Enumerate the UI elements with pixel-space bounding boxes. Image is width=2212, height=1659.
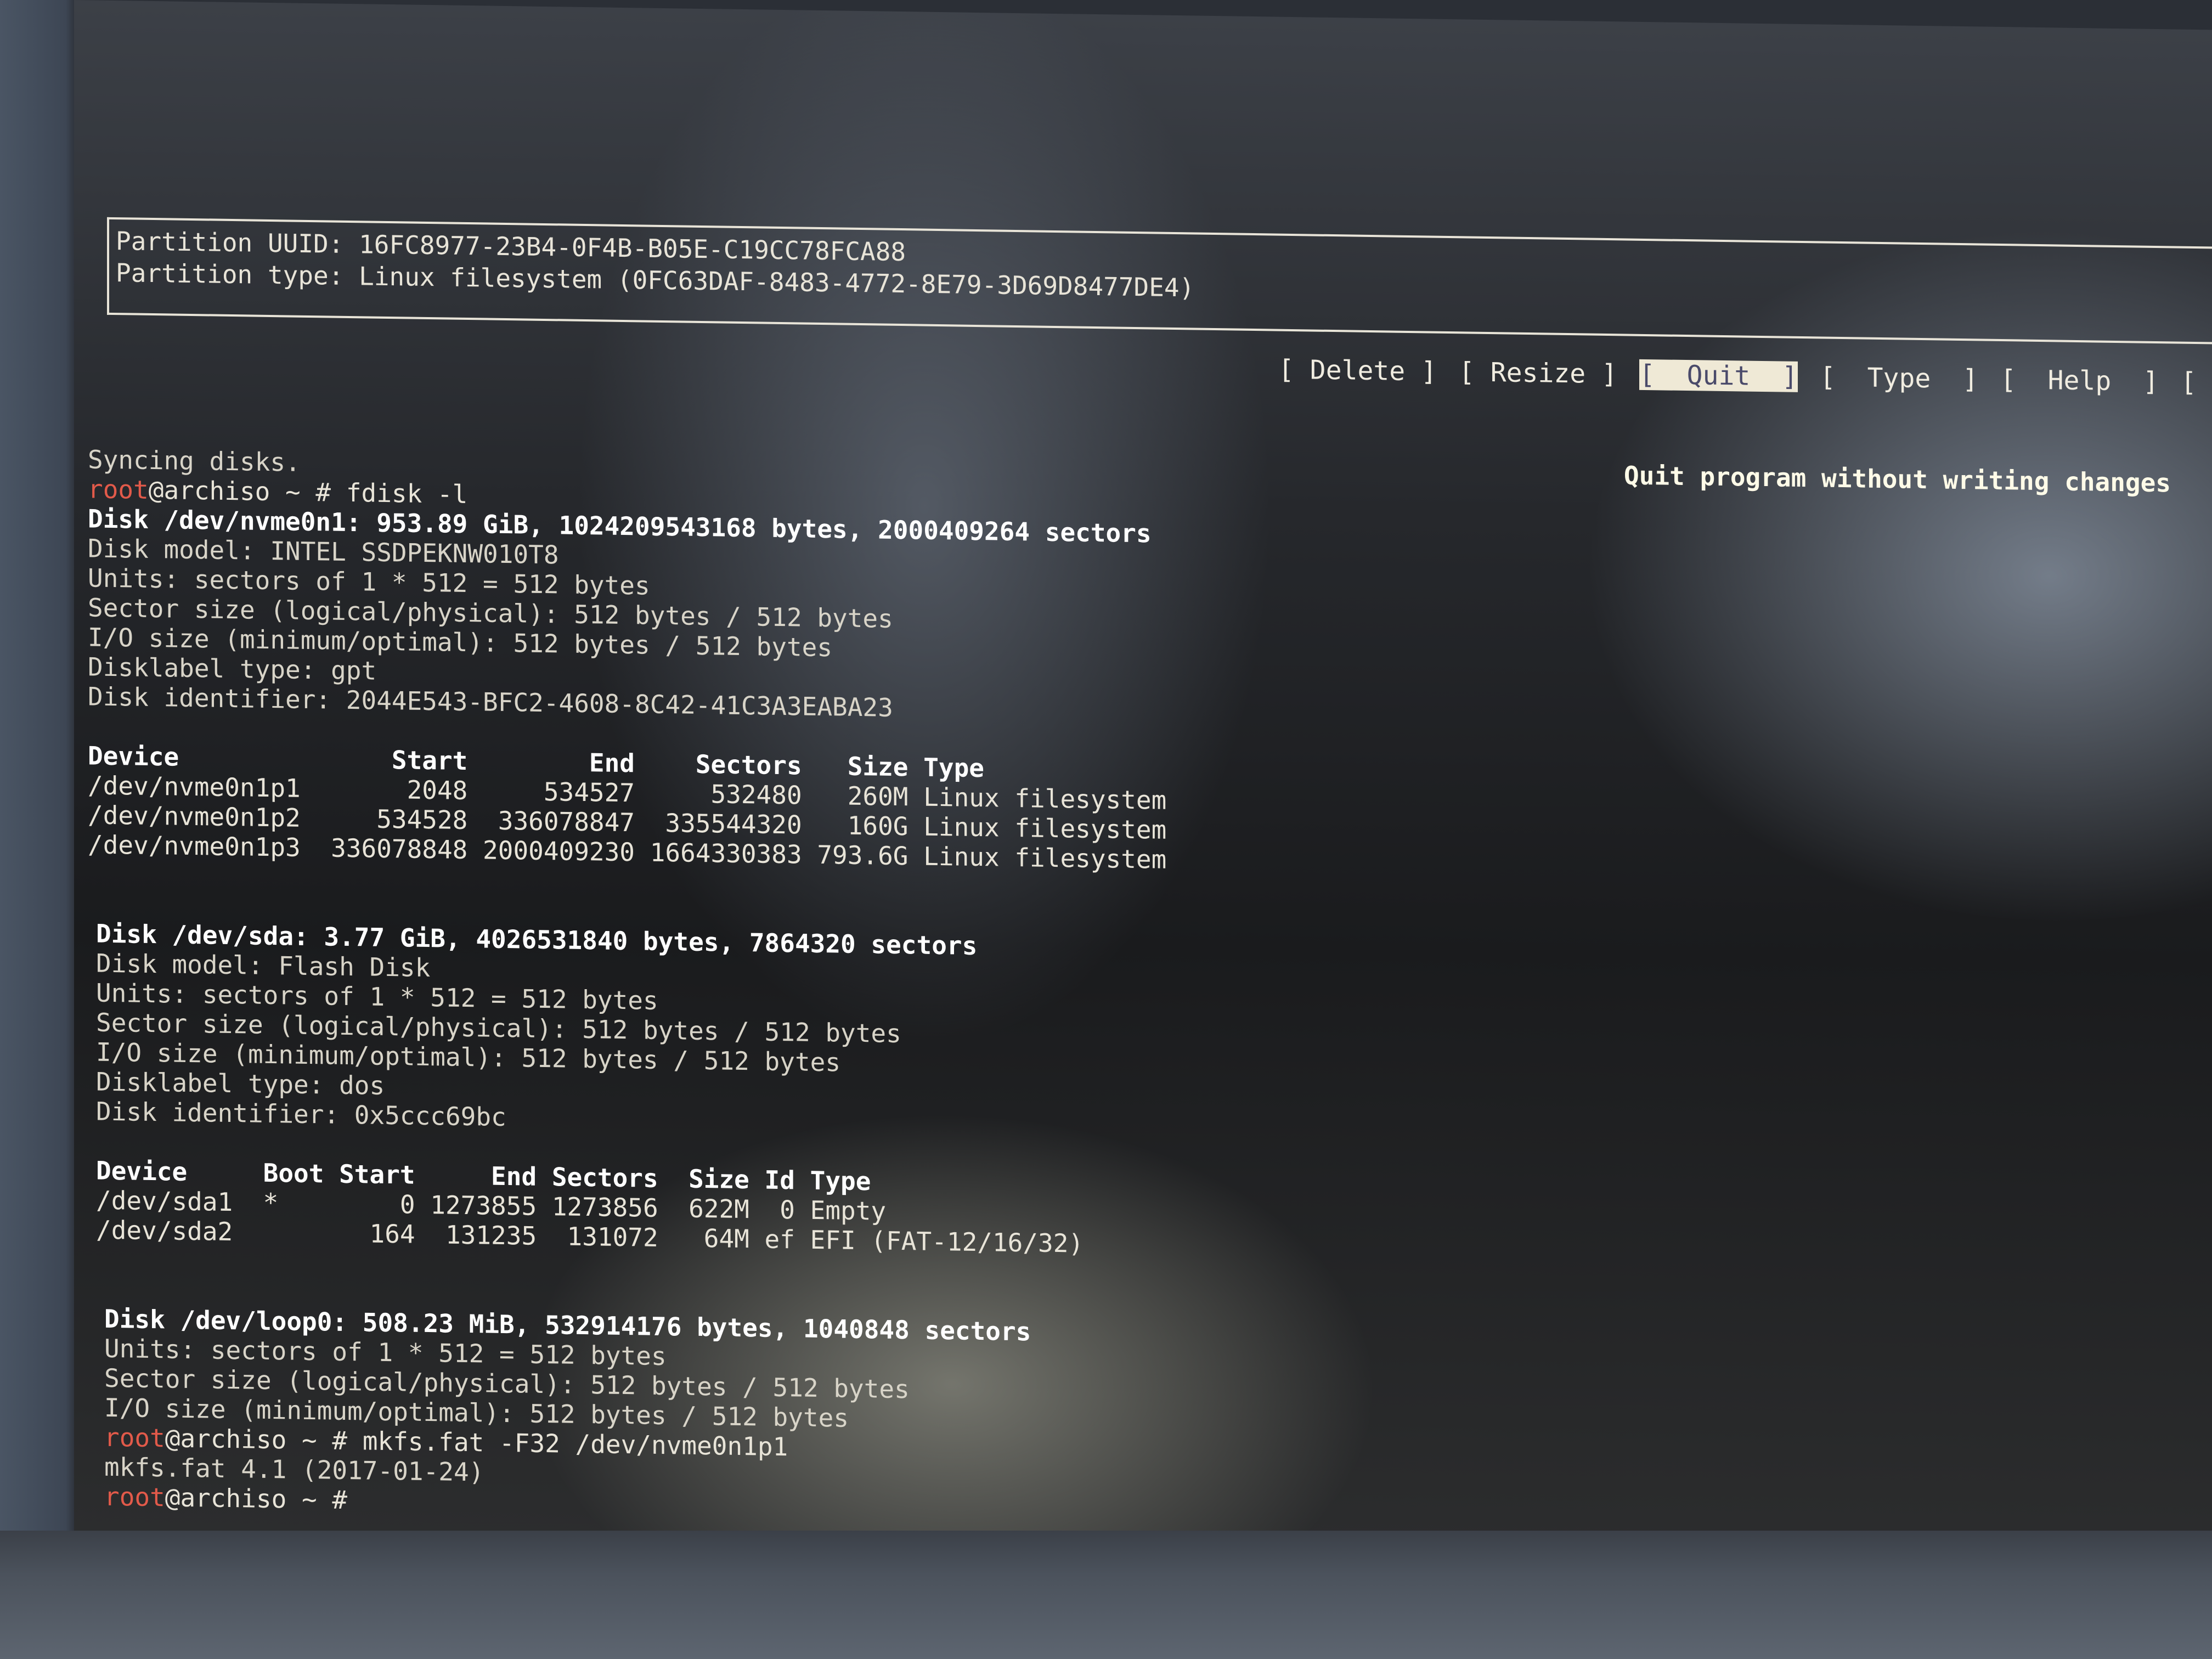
- syncing-line: Syncing disks.: [88, 444, 301, 477]
- monitor-bottom-bezel: [0, 1531, 2212, 1659]
- next-menu-button[interactable]: [: [2181, 367, 2197, 398]
- prompt-host: @archiso ~ #: [148, 475, 346, 507]
- prompt-host: @archiso ~ #: [165, 1423, 363, 1456]
- terminal-output: Syncing disks. root@archiso ~ # fdisk -l…: [88, 444, 1166, 1515]
- mkfs-output: mkfs.fat 4.1 (2017-01-24): [104, 1452, 484, 1487]
- menu-hint: Quit program without writing changes: [1624, 460, 2171, 498]
- prompt-user: root: [88, 474, 149, 505]
- disk1-identifier: Disk identifier: 2044E543-BFC2-4608-8C42…: [88, 681, 893, 723]
- prompt-host: @archiso ~ #: [165, 1482, 363, 1515]
- table-row: /dev/sda2 164 131235 131072 64M ef EFI (…: [96, 1215, 1084, 1259]
- delete-button[interactable]: [ Delete ]: [1278, 354, 1437, 387]
- help-button[interactable]: [ Help ]: [2000, 364, 2159, 397]
- prompt-user: root: [104, 1422, 165, 1453]
- type-button[interactable]: [ Type ]: [1820, 362, 1978, 394]
- resize-button[interactable]: [ Resize ]: [1459, 357, 1617, 390]
- disk2-label-type: Disklabel type: dos: [96, 1066, 385, 1101]
- cfdisk-menu: [ Delete ] [ Resize ] [ Quit ] [ Type ] …: [1278, 354, 2197, 398]
- disk1-label-type: Disklabel type: gpt: [88, 652, 377, 686]
- prompt-user: root: [104, 1481, 165, 1513]
- disk2-identifier: Disk identifier: 0x5ccc69bc: [96, 1096, 506, 1132]
- quit-button[interactable]: [ Quit ]: [1639, 359, 1798, 392]
- terminal-screen: Partition UUID: 16FC8977-23B4-0F4B-B05E-…: [74, 0, 2212, 1561]
- command-text: fdisk -l: [346, 477, 468, 510]
- partition-type: Partition type: Linux filesystem (0FC63D…: [116, 258, 1195, 303]
- disk2-model: Disk model: Flash Disk: [96, 948, 431, 983]
- prompt-line-1: root@archiso ~ # fdisk -l: [88, 474, 467, 509]
- prompt-line-3[interactable]: root@archiso ~ #: [104, 1482, 363, 1515]
- partition-info-box: Partition UUID: 16FC8977-23B4-0F4B-B05E-…: [107, 217, 2212, 345]
